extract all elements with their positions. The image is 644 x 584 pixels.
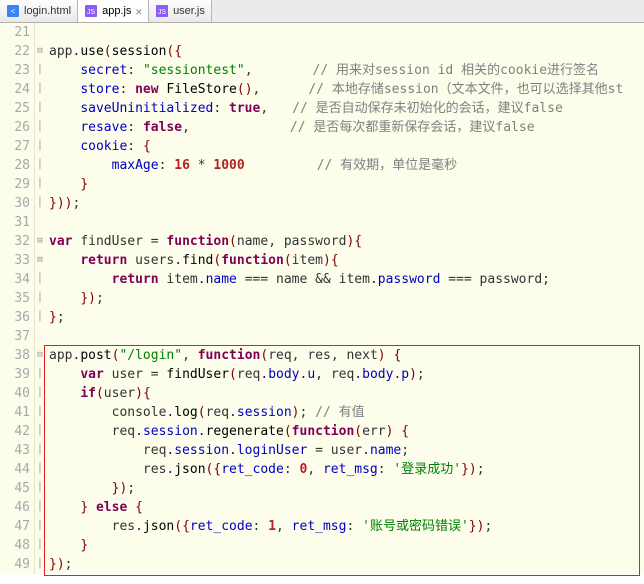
- line-gutter: 2122232425262728293031323334353637383940…: [0, 23, 35, 574]
- html-file-icon: <: [6, 4, 20, 18]
- tab-app-js[interactable]: JS app.js ✕: [78, 0, 149, 22]
- js-file-icon: JS: [155, 4, 169, 18]
- tab-login-html[interactable]: < login.html: [0, 0, 78, 22]
- tab-bar: < login.html JS app.js ✕ JS user.js: [0, 0, 644, 23]
- code-area[interactable]: app.use(session({ secret: "sessiontest",…: [45, 23, 644, 574]
- svg-text:<: <: [11, 7, 16, 16]
- editor-body: 2122232425262728293031323334353637383940…: [0, 23, 644, 574]
- js-file-icon: JS: [84, 4, 98, 18]
- tab-user-js[interactable]: JS user.js: [149, 0, 212, 22]
- close-icon[interactable]: ✕: [135, 5, 142, 18]
- tab-label: login.html: [24, 5, 71, 17]
- code-editor: < login.html JS app.js ✕ JS user.js 2122…: [0, 0, 644, 574]
- svg-text:JS: JS: [158, 9, 167, 16]
- fold-column: ⊟││││││││⊟⊟│││⊟│││││││││││: [35, 23, 45, 574]
- tab-label: user.js: [173, 5, 205, 17]
- tab-label: app.js: [102, 5, 131, 17]
- svg-text:JS: JS: [87, 9, 96, 16]
